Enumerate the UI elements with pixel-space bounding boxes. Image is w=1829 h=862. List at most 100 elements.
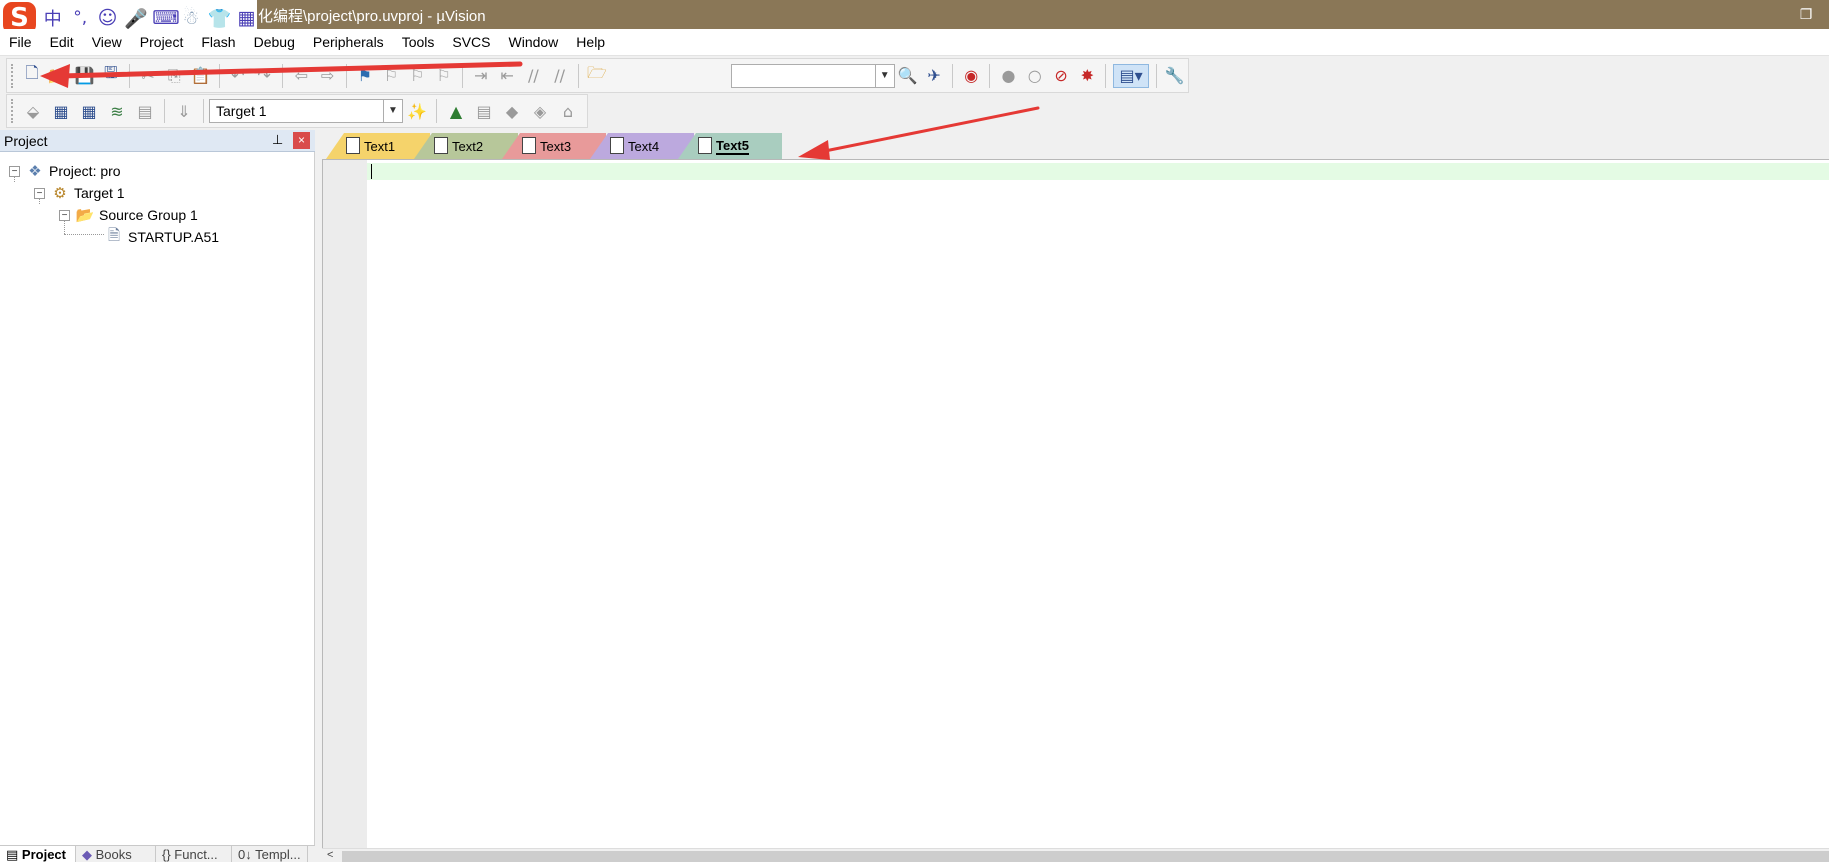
horizontal-scrollbar[interactable]: < bbox=[322, 848, 1829, 862]
indent-icon[interactable]: ⇥ bbox=[470, 64, 492, 88]
save-all-icon[interactable]: 🖫 bbox=[100, 63, 122, 88]
tab-functions[interactable]: {} Funct... bbox=[156, 846, 232, 862]
emoji-icon[interactable]: ☺ bbox=[97, 7, 118, 29]
collapse-toggle[interactable]: − bbox=[34, 187, 45, 199]
menu-peripherals[interactable]: Peripherals bbox=[304, 29, 393, 56]
target-select[interactable]: Target 1 ▼ bbox=[209, 99, 403, 123]
menu-svcs[interactable]: SVCS bbox=[443, 29, 499, 56]
find-icon[interactable]: 🔍 bbox=[897, 64, 919, 88]
enable-breakpoint-icon[interactable]: ○ bbox=[1024, 64, 1046, 88]
stop-build-icon[interactable]: ▤ bbox=[133, 99, 157, 123]
select-packs-icon[interactable]: ◆ bbox=[500, 99, 524, 123]
find-combo[interactable]: ▼ bbox=[730, 63, 895, 88]
restore-button[interactable]: ❐ bbox=[1783, 0, 1829, 29]
target-options-icon[interactable]: ✨ bbox=[405, 99, 429, 123]
tab-label: Books bbox=[95, 847, 132, 862]
comment-icon[interactable]: // bbox=[522, 64, 544, 88]
restore-icon: ❐ bbox=[1799, 6, 1813, 22]
toolbar-separator bbox=[436, 99, 437, 123]
new-file-icon[interactable]: 🗋 bbox=[21, 63, 43, 88]
document-icon bbox=[346, 137, 360, 154]
undo-icon[interactable]: ↶ bbox=[227, 64, 249, 88]
shirt-icon[interactable]: 👕 bbox=[208, 7, 232, 30]
user-icon[interactable]: ☃ bbox=[180, 7, 201, 29]
pack-installer-icon[interactable]: ◈ bbox=[528, 99, 552, 123]
menu-edit[interactable]: Edit bbox=[41, 29, 83, 56]
keyboard-icon[interactable]: ⌨ bbox=[152, 7, 179, 29]
code-editor[interactable] bbox=[322, 159, 1829, 849]
project-panel-header: Project ⊥ × bbox=[0, 130, 315, 152]
next-bookmark-icon[interactable]: ⚐ bbox=[406, 64, 428, 88]
menu-debug[interactable]: Debug bbox=[245, 29, 304, 56]
disable-breakpoints-icon[interactable]: ⊘ bbox=[1050, 64, 1072, 88]
file-toolbar: 🗋 📂 💾 🖫 ✂ ⎘ 📋 ↶ ↷ ⇦ ⇨ ⚑ ⚐ ⚐ ⚐ ⇥ ⇤ // // … bbox=[6, 58, 1189, 93]
chevron-down-icon[interactable]: ▼ bbox=[874, 64, 894, 87]
translate-icon[interactable]: ⬙ bbox=[21, 99, 45, 123]
debug-session-icon[interactable]: ◉ bbox=[960, 64, 982, 88]
scrollbar-thumb[interactable] bbox=[342, 851, 1829, 862]
menu-project[interactable]: Project bbox=[131, 29, 193, 56]
paste-icon[interactable]: 📋 bbox=[189, 64, 211, 88]
tree-item-target[interactable]: − ⚙ Target 1 bbox=[34, 182, 125, 204]
toolbar-separator bbox=[345, 63, 347, 88]
open-file-icon[interactable]: 📂 bbox=[47, 64, 69, 88]
uncomment-icon[interactable]: // bbox=[549, 64, 571, 88]
chevron-down-icon[interactable]: ▼ bbox=[383, 100, 402, 122]
tab-text1[interactable]: Text1 bbox=[326, 133, 430, 159]
toolbar-grip[interactable] bbox=[11, 99, 15, 123]
navigate-forward-icon[interactable]: ⇨ bbox=[316, 64, 338, 88]
menu-tools[interactable]: Tools bbox=[393, 29, 444, 56]
copy-icon[interactable]: ⎘ bbox=[163, 64, 185, 88]
close-icon[interactable]: × bbox=[293, 132, 310, 149]
manage-project-items-icon[interactable]: ▤ bbox=[472, 99, 496, 123]
collapse-toggle[interactable]: − bbox=[9, 165, 20, 177]
menu-file[interactable]: File bbox=[0, 29, 41, 56]
redo-icon[interactable]: ↷ bbox=[253, 64, 275, 88]
configure-icon[interactable]: 🔧 bbox=[1164, 64, 1186, 88]
chinese-mode-toggle[interactable]: 中 bbox=[42, 5, 63, 31]
clear-bookmarks-icon[interactable]: ⚐ bbox=[432, 64, 454, 88]
tree-item-source-group[interactable]: − 📂 Source Group 1 bbox=[59, 204, 198, 226]
menu-view[interactable]: View bbox=[83, 29, 131, 56]
tab-text3[interactable]: Text3 bbox=[502, 133, 606, 159]
tab-text2[interactable]: Text2 bbox=[414, 133, 518, 159]
microphone-icon[interactable]: 🎤 bbox=[124, 7, 148, 30]
line-number-gutter[interactable] bbox=[323, 160, 367, 849]
window-layout-icon[interactable]: ▤▾ bbox=[1113, 63, 1149, 88]
document-icon bbox=[698, 137, 712, 154]
editor-frame: Text1 Text2 Text3 Text4 Text5 < bbox=[318, 130, 1829, 862]
tree-item-file[interactable]: 🗎 STARTUP.A51 bbox=[104, 226, 219, 248]
punctuation-toggle[interactable]: °, bbox=[69, 8, 90, 28]
menu-help[interactable]: Help bbox=[567, 29, 614, 56]
tab-text5[interactable]: Text5 bbox=[678, 133, 782, 159]
download-icon[interactable]: ⇓ bbox=[172, 99, 196, 123]
panel-bottom-tabs: ▤ Project ◆ Books {} Funct... 0↓ Templ..… bbox=[0, 845, 315, 862]
unindent-icon[interactable]: ⇤ bbox=[496, 64, 518, 88]
tree-item-project[interactable]: − ❖ Project: pro bbox=[9, 160, 121, 182]
tab-project[interactable]: ▤ Project bbox=[0, 846, 76, 862]
build-icon[interactable]: ▦ bbox=[49, 99, 73, 123]
runtime-environment-icon[interactable]: ⌂ bbox=[556, 99, 580, 123]
kill-breakpoints-icon[interactable]: ✸ bbox=[1076, 64, 1098, 88]
incremental-find-icon[interactable]: ✈ bbox=[923, 64, 945, 88]
cut-icon[interactable]: ✂ bbox=[137, 64, 159, 88]
bookmark-icon[interactable]: ⚑ bbox=[354, 64, 376, 88]
pin-icon[interactable]: ⊥ bbox=[272, 132, 283, 148]
prev-bookmark-icon[interactable]: ⚐ bbox=[380, 64, 402, 88]
insert-breakpoint-icon[interactable]: ● bbox=[997, 64, 1019, 88]
collapse-toggle[interactable]: − bbox=[59, 209, 70, 221]
rebuild-icon[interactable]: ▦ bbox=[77, 99, 101, 123]
menu-window[interactable]: Window bbox=[500, 29, 568, 56]
scroll-left-icon[interactable]: < bbox=[327, 849, 333, 861]
tab-books[interactable]: ◆ Books bbox=[76, 846, 156, 862]
manage-components-icon[interactable]: ▲ bbox=[444, 99, 468, 123]
grid-icon[interactable]: ▦ bbox=[236, 7, 257, 29]
tab-text4[interactable]: Text4 bbox=[590, 133, 694, 159]
find-in-files-icon[interactable]: 🗁 bbox=[586, 63, 608, 88]
menu-flash[interactable]: Flash bbox=[192, 29, 244, 56]
tab-templates[interactable]: 0↓ Templ... bbox=[232, 846, 308, 862]
toolbar-grip[interactable] bbox=[11, 63, 15, 88]
save-icon[interactable]: 💾 bbox=[73, 64, 95, 88]
navigate-back-icon[interactable]: ⇦ bbox=[290, 64, 312, 88]
batch-build-icon[interactable]: ≋ bbox=[105, 99, 129, 123]
